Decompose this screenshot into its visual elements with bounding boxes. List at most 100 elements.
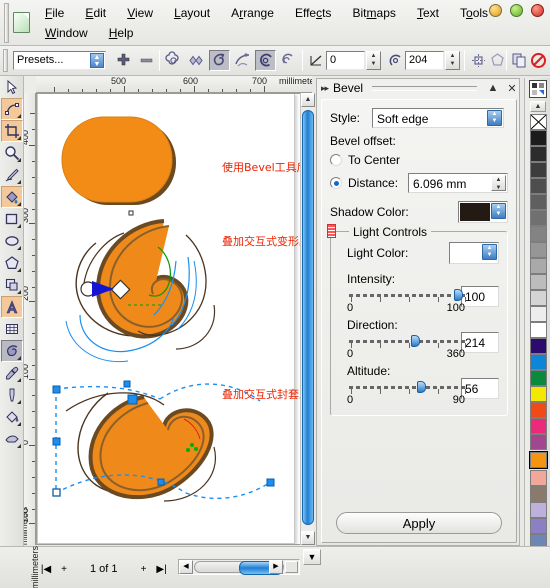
table-tool[interactable] [1,318,23,340]
palette-swatch-15[interactable] [530,370,547,386]
ellipse-tool-flyout-arrow[interactable] [17,246,21,250]
toolbar-drag-handle[interactable] [3,49,8,72]
docker-title-bar[interactable]: ▸▸ Bevel ▲ ✕ [317,79,519,97]
style-dropdown-arrow[interactable]: ▲ ▼ [487,110,502,126]
interactive-fill-tool[interactable] [1,428,23,450]
crop-tool-flyout-arrow[interactable] [17,136,21,140]
palette-swatch-23[interactable] [530,502,547,518]
horizontal-ruler[interactable]: 500 600 700 millimeters [36,76,312,93]
presets-combo[interactable]: Presets... ▲ ▼ [13,51,106,70]
palette-swatch-1[interactable] [530,146,547,162]
menu-bitmaps[interactable]: Bitmaps [344,4,405,22]
palette-swatch-6[interactable] [530,226,547,242]
document-icon[interactable] [13,12,30,33]
fill-tool[interactable] [1,406,23,428]
palette-swatch-19[interactable] [530,434,547,450]
distance-spinner[interactable]: ▲ ▼ [491,175,506,191]
direction-slider[interactable]: 0 360 [347,334,466,361]
scroll-up-button[interactable]: ▲ [301,93,315,107]
interactive-fill-tool-flyout-arrow[interactable] [17,444,21,448]
palette-swatch-17[interactable] [530,402,547,418]
text-tool[interactable] [1,296,23,318]
polygon-tool-flyout-arrow[interactable] [17,268,21,272]
smart-fill-tool[interactable] [1,186,23,208]
palette-swatch-4[interactable] [530,194,547,210]
palette-filter-button[interactable]: ▼ [303,549,321,565]
crop-tool[interactable] [1,120,23,142]
amplitude-spinner[interactable]: ▲ ▼ [366,51,381,70]
light-color-picker[interactable]: ▲ ▼ [449,242,499,264]
interactive-distortion-tool-flyout-arrow[interactable] [17,356,21,360]
amplitude-input[interactable]: 0 [326,51,365,70]
palette-swatch-11[interactable] [530,306,547,322]
palette-swatch-16[interactable] [530,386,547,402]
freehand-tool-flyout-arrow[interactable] [17,180,21,184]
palette-swatch-9[interactable] [530,274,547,290]
clear-distortion-button[interactable] [528,50,549,71]
presets-dropdown-arrow[interactable]: ▲ ▼ [90,53,104,68]
menubar-drag-handle[interactable] [4,3,9,43]
menu-view[interactable]: View [118,4,162,22]
vertical-scroll-thumb[interactable] [302,110,314,525]
remove-preset-button[interactable] [136,50,157,71]
palette-swatch-18[interactable] [530,418,547,434]
menu-effects[interactable]: Effects [286,4,340,22]
minimize-button[interactable] [488,4,502,17]
menu-help[interactable]: Help [100,24,143,42]
center-distortion-button[interactable] [468,50,489,71]
shape-tool[interactable] [1,98,23,120]
palette-swatch-7[interactable] [530,242,547,258]
menu-arrange[interactable]: Arrange [222,4,283,22]
close-button[interactable] [531,4,544,17]
docker-expand-icon[interactable]: ▸▸ [321,83,329,94]
menu-layout[interactable]: Layout [165,4,219,22]
altitude-slider[interactable]: 0 90 [347,380,466,407]
scroll-right-button[interactable]: ▶ [269,560,283,574]
light-color-dropdown-arrow[interactable]: ▲ ▼ [482,244,497,260]
palette-swatch-0[interactable] [530,130,547,146]
eyedropper-tool-flyout-arrow[interactable] [17,378,21,382]
palette-swatch-24[interactable] [530,518,547,534]
palette-swatch-12[interactable] [530,322,547,338]
first-page-button[interactable]: |◀ [40,564,52,575]
palette-swatch-20[interactable] [529,451,548,469]
random-distortion-button[interactable] [232,50,253,71]
palette-scroll-up-button[interactable]: ▲ [530,101,546,112]
shadow-color-dropdown-arrow[interactable]: ▲ ▼ [491,203,506,219]
shape-tool-flyout-arrow[interactable] [17,114,21,118]
last-page-button[interactable]: ▶| [156,564,168,575]
palette-swatch-14[interactable] [530,354,547,370]
interactive-distortion-tool[interactable] [1,340,23,362]
palette-swatch-10[interactable] [530,290,547,306]
menu-file[interactable]: File [36,4,73,22]
scroll-left-button[interactable]: ◀ [179,560,193,574]
perfect-shapes-tool[interactable] [1,274,23,296]
scrollbar-resize-grip[interactable] [285,561,298,573]
outline-tool[interactable] [1,384,23,406]
shadow-color-picker[interactable]: ▲ ▼ [458,201,508,223]
palette-swatch-2[interactable] [530,162,547,178]
style-combo[interactable]: Soft edge ▲ ▼ [372,108,504,128]
ruler-corner[interactable] [24,76,36,93]
rectangle-tool-flyout-arrow[interactable] [17,224,21,228]
add-page-before-button[interactable]: + [58,564,70,575]
polygon-tool[interactable] [1,252,23,274]
perfect-shapes-tool-flyout-arrow[interactable] [17,290,21,294]
to-center-row[interactable]: To Center [330,153,508,167]
distance-radio[interactable] [330,177,342,189]
menu-text[interactable]: Text [408,4,448,22]
menu-window[interactable]: Window [36,24,97,42]
vertical-ruler[interactable]: 400 300 200 100 0 100 millimeters [24,93,36,545]
add-page-after-button[interactable]: + [138,564,150,575]
intensity-slider[interactable]: 0 100 [347,288,466,315]
light-controls-pin-icon[interactable] [327,224,336,238]
push-pull-distortion-button[interactable] [163,50,184,71]
eyedropper-tool[interactable] [1,362,23,384]
smart-fill-tool-flyout-arrow[interactable] [17,202,21,206]
fill-tool-flyout-arrow[interactable] [17,422,21,426]
rotation-spinner[interactable]: ▲ ▼ [445,51,460,70]
ellipse-tool[interactable] [1,230,23,252]
palette-swatch-22[interactable] [530,486,547,502]
altitude-input[interactable]: 56 [461,378,499,399]
add-preset-button[interactable] [113,50,134,71]
